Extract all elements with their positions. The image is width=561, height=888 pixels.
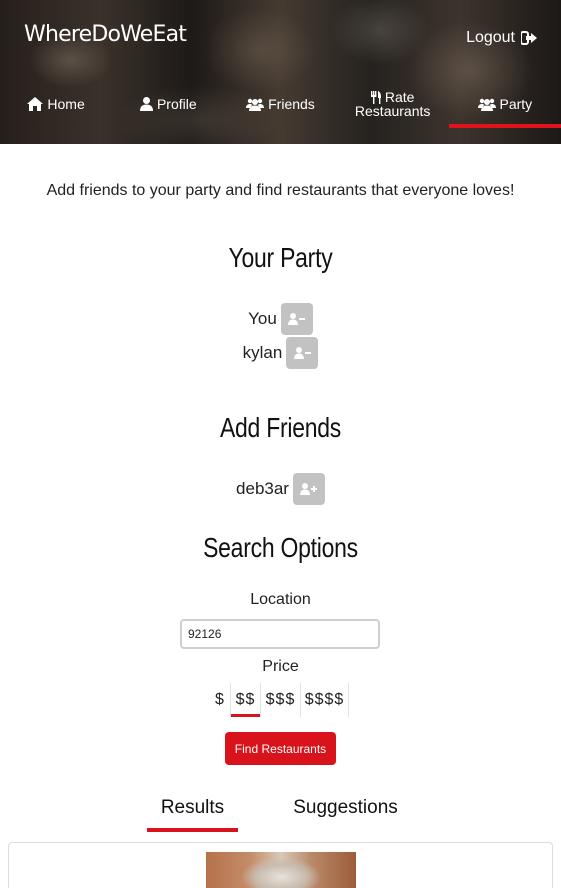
tab-suggestions[interactable]: Suggestions (282, 784, 409, 832)
location-input[interactable] (180, 619, 380, 649)
users-icon (246, 98, 265, 111)
nav-label-rate-line2: Restaurants (354, 103, 431, 119)
price-option-4[interactable]: $$$$ (301, 683, 349, 717)
add-friend-button[interactable] (292, 473, 325, 505)
price-label: Price (262, 658, 299, 675)
sign-out-icon (521, 31, 537, 45)
party-member-row: kylan (0, 337, 561, 369)
nav-item-profile[interactable]: Profile (112, 80, 224, 128)
price-option-2[interactable]: $$ (231, 683, 261, 717)
add-friends-title: Add Friends (219, 412, 342, 443)
friend-name: deb3ar (236, 479, 289, 498)
nav-item-rate-restaurants[interactable]: Rate Restaurants (337, 80, 449, 128)
utensils-icon (370, 90, 381, 104)
logout-button[interactable]: Logout (466, 29, 537, 47)
search-options-title: Search Options (203, 532, 358, 563)
price-selector: $ $$ $$$ $$$$ (210, 683, 349, 717)
nav-label-party: Party (499, 96, 533, 112)
your-party-title: Your Party (228, 242, 333, 273)
nav-item-party[interactable]: Party (448, 80, 561, 128)
nav-label-home: Home (47, 96, 85, 112)
party-member-name: You (248, 309, 277, 328)
party-member-row: You (0, 303, 561, 335)
price-option-1[interactable]: $ (210, 683, 231, 717)
find-restaurants-button[interactable]: Find Restaurants (225, 732, 336, 765)
nav-item-home[interactable]: Home (0, 80, 112, 128)
restaurant-card[interactable] (8, 842, 553, 888)
party-member-name: kylan (242, 343, 283, 362)
nav-label-profile: Profile (156, 96, 197, 112)
header-banner: WhereDoWeEat Logout Home Profile Friends… (0, 0, 561, 144)
brand-logo[interactable]: WhereDoWeEat (24, 22, 187, 47)
user-plus-icon (300, 483, 318, 495)
remove-member-button[interactable] (286, 337, 319, 369)
home-icon (27, 97, 44, 111)
nav-label-friends: Friends (268, 96, 315, 112)
restaurant-image (206, 852, 356, 888)
user-icon (139, 97, 153, 111)
nav-item-friends[interactable]: Friends (224, 80, 336, 128)
tab-results[interactable]: Results (147, 784, 238, 832)
user-minus-icon (293, 347, 311, 359)
results-tabs: Results Suggestions (0, 784, 561, 832)
nav-label-rate-line1: Rate (384, 89, 415, 105)
users-icon (477, 98, 496, 111)
user-minus-icon (288, 313, 306, 325)
main-nav: Home Profile Friends Rate Restaurants Pa… (0, 80, 561, 128)
location-label: Location (250, 591, 311, 608)
remove-member-button[interactable] (280, 303, 313, 335)
logout-label: Logout (466, 29, 515, 46)
price-option-3[interactable]: $$$ (261, 683, 301, 717)
friend-row: deb3ar (0, 473, 561, 505)
page-tagline: Add friends to your party and find resta… (46, 182, 515, 199)
